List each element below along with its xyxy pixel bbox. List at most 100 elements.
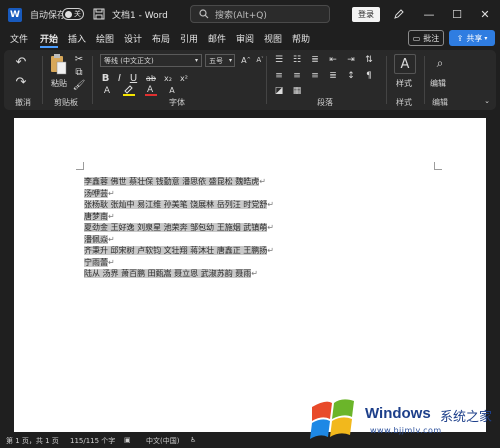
divider [386, 56, 387, 104]
pen-icon[interactable] [393, 8, 405, 20]
share-icon: ⇪ [456, 33, 464, 43]
group-label-styles: 样式 [396, 98, 412, 107]
comment-button[interactable]: ▭ 批注 [408, 30, 444, 46]
tab-home[interactable]: 开始 [40, 32, 59, 48]
text-line[interactable]: 唐梦南↵ [84, 211, 384, 223]
proofing-icon[interactable]: ▣ [124, 436, 131, 444]
underline-button[interactable]: U [128, 72, 139, 84]
paragraph-mark-icon: ↵ [267, 200, 274, 209]
svg-text:A: A [147, 85, 154, 95]
chevron-down-icon: ▾ [484, 34, 488, 42]
text-line[interactable]: 汤咿芸↵ [84, 188, 384, 200]
group-label-editing: 编辑 [432, 98, 448, 107]
tab-draw[interactable]: 绘图 [96, 32, 114, 45]
tab-mailings[interactable]: 邮件 [208, 32, 226, 45]
shrink-font-icon[interactable]: Aˇ [254, 54, 266, 66]
tab-view[interactable]: 视图 [264, 32, 282, 45]
chevron-down-icon: ▾ [228, 57, 232, 64]
tab-insert[interactable]: 插入 [68, 32, 86, 45]
copy-icon[interactable]: ⧉ [74, 67, 84, 78]
text-line[interactable]: 宁雨蕾↵ [84, 257, 384, 269]
bullets-icon[interactable]: ☰ [272, 54, 286, 66]
text-effects-icon[interactable]: A [100, 86, 114, 96]
editing-search-icon[interactable]: ⌕ [432, 54, 448, 72]
text-line[interactable]: 张杨耿 张灿中 易江维 孙美笔 饶展林 岳列汪 时党舒↵ [84, 199, 384, 211]
align-center-icon[interactable]: ≡ [290, 70, 304, 82]
shading-icon[interactable]: ◪ [272, 85, 286, 97]
word-count[interactable]: 115/115 个字 [70, 436, 115, 446]
borders-icon[interactable]: ▦ [290, 85, 304, 97]
editing-button-label[interactable]: 编辑 [430, 78, 446, 89]
site-watermark: Windows 系统之家 www.bjjmlv.com [302, 393, 500, 448]
decrease-indent-icon[interactable]: ⇤ [326, 54, 340, 66]
bold-button[interactable]: B [100, 72, 111, 84]
paragraph-mark-icon: ↵ [259, 177, 266, 186]
language-status[interactable]: 中文(中国) [146, 436, 179, 446]
italic-button[interactable]: I [114, 72, 125, 84]
document-title: 文档1 - Word [112, 11, 168, 21]
tab-design[interactable]: 设计 [124, 32, 142, 45]
windows-logo-icon [310, 399, 354, 439]
format-painter-icon[interactable]: 🖌 [73, 80, 86, 91]
increase-indent-icon[interactable]: ⇥ [344, 54, 358, 66]
font-name-select[interactable]: 等线 (中文正文) ▾ [100, 54, 202, 67]
subscript-button[interactable]: x₂ [162, 72, 174, 84]
chevron-down-icon[interactable]: ⌄ [482, 96, 492, 106]
font-name-value: 等线 (中文正文) [104, 56, 154, 65]
align-right-icon[interactable]: ≡ [308, 70, 322, 82]
styles-gallery-icon[interactable]: A [394, 54, 416, 74]
tab-references[interactable]: 引用 [180, 32, 198, 45]
watermark-url: www.bjjmlv.com [370, 426, 442, 435]
tab-file[interactable]: 文件 [10, 32, 28, 45]
search-input[interactable]: 搜索(Alt+Q) [190, 5, 330, 23]
strikethrough-button[interactable]: ab [144, 72, 158, 84]
share-button[interactable]: ⇪ 共享 ▾ [449, 30, 495, 46]
watermark-brand: Windows [365, 405, 431, 422]
justify-icon[interactable]: ≣ [326, 70, 340, 82]
autosave-toggle[interactable]: 关 [62, 8, 84, 20]
group-label-paragraph: 段落 [317, 98, 333, 107]
redo-icon[interactable]: ↷ [12, 74, 30, 90]
align-left-icon[interactable]: ≡ [272, 70, 286, 82]
paste-label[interactable]: 粘贴 [51, 78, 67, 89]
char-shading-icon[interactable]: A [166, 85, 178, 95]
page-count[interactable]: 第 1 页，共 1 页 [6, 436, 59, 446]
show-marks-icon[interactable]: ¶ [362, 70, 376, 82]
text-line[interactable]: 齐秉升 邱宋树 卢软钧 文壮翔 蒋沐壮 唐鑫正 王鹏扬↵ [84, 245, 384, 257]
login-button[interactable]: 登录 [352, 7, 380, 22]
paste-icon[interactable] [48, 52, 68, 76]
autosave-label: 自动保存 [30, 11, 67, 21]
font-size-select[interactable]: 五号 ▾ [205, 54, 235, 67]
accessibility-icon[interactable]: ♿ [190, 436, 196, 444]
text-line[interactable]: 李鑫蓉 佛世 蔡壮保 钱勤意 潘思依 盛昆松 魏皓虎↵ [84, 176, 384, 188]
numbering-icon[interactable]: ☷ [290, 54, 304, 66]
search-placeholder: 搜索(Alt+Q) [215, 10, 267, 21]
undo-icon[interactable]: ↶ [12, 54, 30, 70]
minimize-button[interactable]: — [420, 6, 438, 22]
line-spacing-icon[interactable]: ↕ [344, 70, 358, 82]
text-line[interactable]: 潘佩焱↵ [84, 234, 384, 246]
cut-icon[interactable]: ✂ [74, 54, 84, 65]
grow-font-icon[interactable]: A ^ [240, 54, 252, 66]
font-color-icon[interactable]: A [144, 84, 158, 96]
highlight-color-icon[interactable] [122, 84, 136, 96]
divider [42, 56, 43, 104]
save-icon[interactable] [93, 8, 105, 20]
ribbon: ↶ ↷ 撤消 粘贴 ✂ ⧉ 🖌 剪贴板 等线 (中文正文) ▾ 五号 ▾ A ^ … [4, 50, 496, 110]
text-line[interactable]: 陆从 汤界 萧百鹏 田甄嵩 聂立恩 武淑苏韵 聂雨↵ [84, 268, 384, 280]
superscript-button[interactable]: x² [178, 72, 190, 84]
margin-corner-marker [434, 162, 442, 170]
styles-button-label[interactable]: 样式 [396, 78, 412, 89]
multilevel-list-icon[interactable]: ≣ [308, 54, 322, 66]
tab-layout[interactable]: 布局 [152, 32, 170, 45]
toggle-state-text: 关 [74, 10, 81, 18]
tab-help[interactable]: 帮助 [292, 32, 310, 45]
share-label: 共享 [466, 33, 483, 43]
document-text[interactable]: 李鑫蓉 佛世 蔡壮保 钱勤意 潘思依 盛昆松 魏皓虎↵ 汤咿芸↵ 张杨耿 张灿中… [84, 176, 384, 280]
text-line[interactable]: 夏劲金 王好逸 刘泉星 池荣奔 邹包幼 王施烟 武镇萌↵ [84, 222, 384, 234]
sort-icon[interactable]: ⇅ [362, 54, 376, 66]
close-button[interactable]: ✕ [476, 6, 494, 22]
group-label-font: 字体 [169, 98, 185, 107]
maximize-button[interactable]: ☐ [448, 6, 466, 22]
tab-review[interactable]: 审阅 [236, 32, 254, 45]
